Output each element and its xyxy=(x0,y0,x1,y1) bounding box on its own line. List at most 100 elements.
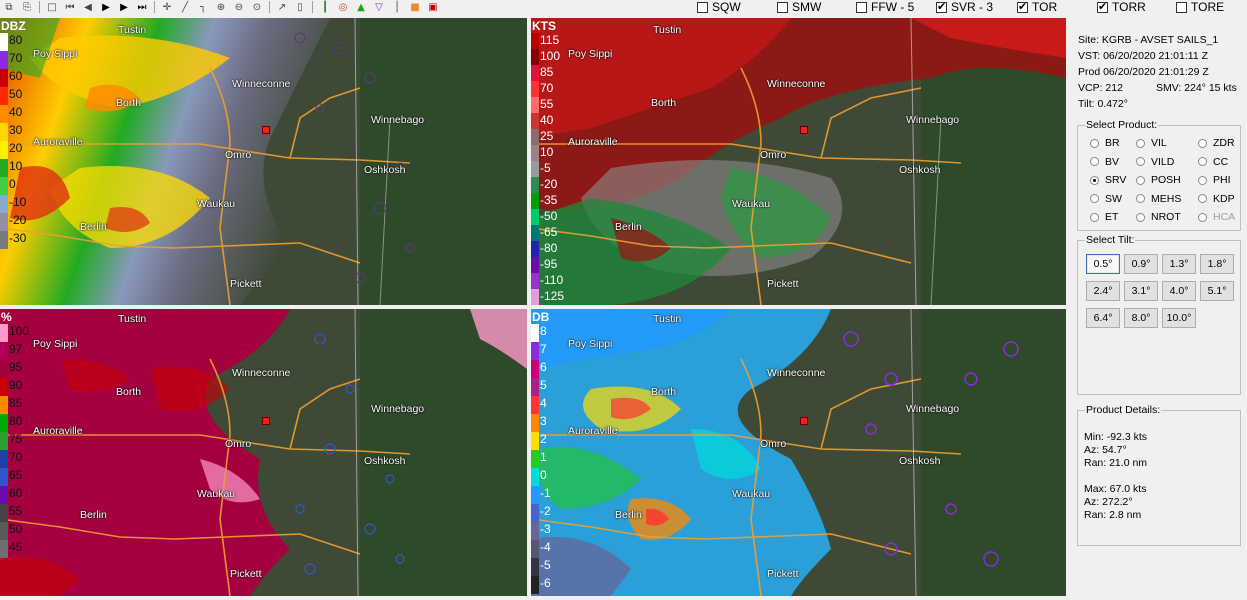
product-radio-cc[interactable]: CC xyxy=(1198,156,1228,168)
reflectivity-panel[interactable]: DBZ 80 70 60 50 40 30 20 10 0 -10 -20 -30 Tustin Po… xyxy=(0,18,527,305)
radio-dot[interactable] xyxy=(1136,212,1145,222)
zoom-in-icon[interactable]: ⊕ xyxy=(212,1,230,14)
checkbox[interactable] xyxy=(1017,0,1028,13)
tilt-button-64[interactable]: 6.4° xyxy=(1086,308,1120,328)
scale-entry: -1 xyxy=(531,486,567,504)
radio-label: SW xyxy=(1105,192,1122,205)
scale-swatch xyxy=(0,414,8,432)
tilt-button-24[interactable]: 2.4° xyxy=(1086,281,1120,301)
stop-icon[interactable]: □ xyxy=(43,1,61,14)
pan-icon[interactable]: ✛ xyxy=(158,1,176,14)
pointer-icon[interactable]: ↗ xyxy=(273,1,291,14)
radio-dot[interactable] xyxy=(1198,212,1207,222)
tilt-button-31[interactable]: 3.1° xyxy=(1124,281,1158,301)
checkbox[interactable] xyxy=(936,0,947,13)
tilt-button-18[interactable]: 1.8° xyxy=(1200,254,1234,274)
town-label-winneconne: Winneconne xyxy=(232,367,291,379)
differential-reflectivity-panel[interactable]: DB 8 7 6 5 4 3 2 1 0 -1 -2 -3 -4 -5 -6 Tustin Poy Sipp… xyxy=(531,309,1066,596)
radar-site-marker xyxy=(262,417,270,425)
tilt-button-80[interactable]: 8.0° xyxy=(1124,308,1158,328)
layer-icon[interactable]: │ xyxy=(388,1,406,14)
product-radio-br[interactable]: BR xyxy=(1090,137,1120,149)
tilt-button-09[interactable]: 0.9° xyxy=(1124,254,1158,274)
measure-icon[interactable]: ┐ xyxy=(194,1,212,14)
radio-dot[interactable] xyxy=(1090,175,1099,185)
correlation-panel[interactable]: % 100 97 95 90 85 80 75 70 65 60 55 50 45 Tustin Poy… xyxy=(0,309,527,596)
checkbox[interactable] xyxy=(856,1,867,13)
scale-entry: 8 xyxy=(531,324,567,342)
zoom-out-icon[interactable]: ⊖ xyxy=(230,1,248,14)
cross-section-icon[interactable]: ┃ xyxy=(316,1,334,14)
radio-label: POSH xyxy=(1151,174,1181,186)
scale-swatch xyxy=(531,241,539,257)
warning-check-tore[interactable]: TORE xyxy=(1176,0,1224,14)
scale-entry: 65 xyxy=(0,468,36,486)
radio-dot[interactable] xyxy=(1090,194,1099,203)
radio-dot[interactable] xyxy=(1090,157,1099,166)
radio-dot[interactable] xyxy=(1136,194,1145,203)
product-radio-srv[interactable]: SRV xyxy=(1090,174,1126,186)
warning-check-smw[interactable]: SMW xyxy=(777,0,821,14)
play-icon[interactable]: ▶ xyxy=(97,1,115,14)
copy-icon[interactable]: ⧉ xyxy=(0,1,18,14)
tilt-button-13[interactable]: 1.3° xyxy=(1162,254,1196,274)
velocity-panel[interactable]: KTS 115 100 85 70 55 40 25 10 -5 -20 -35 -50 -65 -80 -… xyxy=(531,18,1066,305)
radio-dot[interactable] xyxy=(1136,175,1145,185)
warning-check-torr[interactable]: TORR xyxy=(1097,0,1146,14)
scale-entry: 55 xyxy=(531,97,567,113)
checkbox[interactable] xyxy=(697,1,708,13)
tilt-button-05[interactable]: 0.5° xyxy=(1086,254,1120,274)
draw-line-icon[interactable]: ╱ xyxy=(176,1,194,14)
scale-label: 10 xyxy=(540,145,554,159)
town-label-omro: Omro xyxy=(225,438,252,450)
scale-label: 2 xyxy=(540,432,547,446)
paste-icon[interactable]: ⎘ xyxy=(18,1,36,14)
product-radio-nrot[interactable]: NROT xyxy=(1136,211,1181,223)
tilt-button-40[interactable]: 4.0° xyxy=(1162,281,1196,301)
product-radio-bv[interactable]: BV xyxy=(1090,156,1119,168)
triangle-up-icon[interactable]: ▲ xyxy=(352,1,370,14)
warning-check-sqw[interactable]: SQW xyxy=(697,0,741,14)
warning-check-tor[interactable]: TOR xyxy=(1017,0,1057,14)
checkbox[interactable] xyxy=(777,1,788,13)
radio-dot[interactable] xyxy=(1198,175,1207,185)
town-label-borth: Borth xyxy=(651,97,677,109)
radio-dot[interactable] xyxy=(1090,212,1099,222)
radio-dot[interactable] xyxy=(1136,138,1145,148)
warning-check-ffw-5[interactable]: FFW - 5 xyxy=(856,0,914,14)
product-radio-zdr[interactable]: ZDR xyxy=(1198,137,1235,149)
stop-record-icon[interactable]: ▣ xyxy=(424,1,442,14)
zoom-fit-icon[interactable]: ⊙ xyxy=(248,1,266,14)
town-label-winneconne: Winneconne xyxy=(232,78,291,90)
product-radio-mehs[interactable]: MEHS xyxy=(1136,193,1181,205)
town-label-pickett: Pickett xyxy=(230,278,262,290)
checkbox[interactable] xyxy=(1176,1,1187,13)
skip-forward-icon[interactable]: ⏭ xyxy=(133,1,151,14)
radio-dot[interactable] xyxy=(1136,157,1145,166)
tilt-button-100[interactable]: 10.0° xyxy=(1162,308,1196,328)
triangle-down-icon[interactable]: ▽ xyxy=(370,1,388,14)
product-radio-sw[interactable]: SW xyxy=(1090,193,1122,205)
radio-dot[interactable] xyxy=(1198,138,1207,148)
scale-swatch xyxy=(531,558,539,576)
step-forward-icon[interactable]: ▶ xyxy=(115,1,133,14)
scale-swatch xyxy=(531,161,539,177)
radio-dot[interactable] xyxy=(1198,157,1207,166)
product-radio-et[interactable]: ET xyxy=(1090,211,1118,223)
product-radio-vild[interactable]: VILD xyxy=(1136,156,1174,168)
product-radio-posh[interactable]: POSH xyxy=(1136,174,1181,186)
product-radio-vil[interactable]: VIL xyxy=(1136,137,1167,149)
step-back-icon[interactable]: ◀ xyxy=(79,1,97,14)
warning-check-svr-3[interactable]: SVR - 3 xyxy=(936,0,993,14)
radio-dot[interactable] xyxy=(1090,138,1099,148)
tilt-button-51[interactable]: 5.1° xyxy=(1200,281,1234,301)
blank-icon[interactable]: ▯ xyxy=(291,1,309,14)
product-radio-phi[interactable]: PHI xyxy=(1198,174,1231,186)
skip-back-icon[interactable]: ⏮ xyxy=(61,1,79,14)
product-radio-kdp[interactable]: KDP xyxy=(1198,193,1235,205)
color-icon[interactable]: ■ xyxy=(406,1,424,14)
radio-dot[interactable] xyxy=(1198,194,1207,203)
checkbox[interactable] xyxy=(1097,0,1108,13)
town-label-winnebago: Winnebago xyxy=(371,114,425,126)
radar-icon[interactable]: ◎ xyxy=(334,1,352,14)
